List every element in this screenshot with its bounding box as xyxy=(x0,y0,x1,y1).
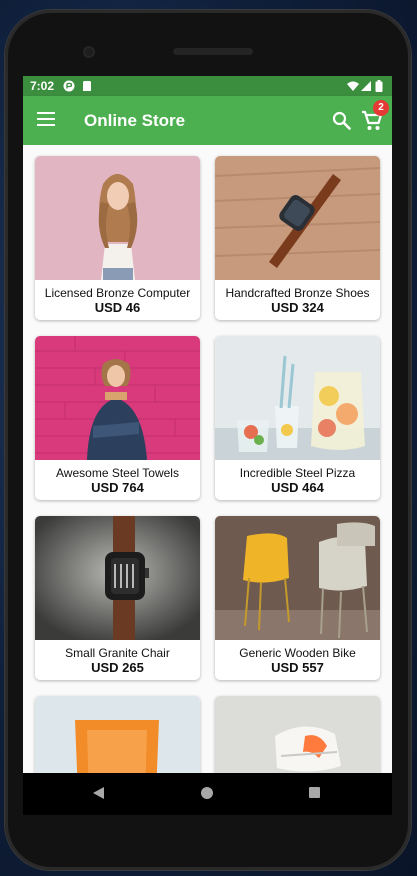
status-bar: 7:02 xyxy=(23,76,392,96)
product-card[interactable]: Small Granite Chair USD 265 xyxy=(35,516,200,680)
page-title: Online Store xyxy=(84,111,186,130)
product-card[interactable]: Licensed Bronze Computer USD 46 xyxy=(35,156,200,320)
product-price: USD 265 xyxy=(91,660,144,675)
product-price: USD 46 xyxy=(94,300,141,315)
product-image xyxy=(215,156,380,280)
product-card[interactable]: Awesome Steel Towels USD 764 xyxy=(35,336,200,500)
product-image xyxy=(35,156,200,280)
product-price: USD 464 xyxy=(271,480,324,495)
signal-icon xyxy=(361,81,371,91)
product-name: Licensed Bronze Computer xyxy=(44,286,191,300)
product-price: USD 324 xyxy=(271,300,324,315)
nav-home-icon[interactable] xyxy=(201,787,213,799)
product-name: Generic Wooden Bike xyxy=(239,646,356,660)
menu-icon[interactable] xyxy=(37,112,55,126)
product-name: Awesome Steel Towels xyxy=(56,466,179,480)
battery-icon xyxy=(375,80,383,92)
product-image xyxy=(215,696,380,773)
product-image xyxy=(35,516,200,640)
nav-back-icon[interactable] xyxy=(92,786,106,800)
app-screen: 7:02 Online Store 2 Licensed Bronze Comp… xyxy=(23,76,392,773)
product-grid: Licensed Bronze Computer USD 46 Handcraf… xyxy=(23,145,392,773)
product-card[interactable] xyxy=(35,696,200,773)
sd-card-icon xyxy=(83,81,91,91)
product-card[interactable]: Generic Wooden Bike USD 557 xyxy=(215,516,380,680)
wifi-icon xyxy=(347,81,359,91)
nav-recents-icon[interactable] xyxy=(309,787,320,798)
product-image xyxy=(35,696,200,773)
product-image xyxy=(35,336,200,460)
product-image xyxy=(215,516,380,640)
product-card[interactable]: Incredible Steel Pizza USD 464 xyxy=(215,336,380,500)
cart-badge: 2 xyxy=(373,100,389,116)
product-price: USD 557 xyxy=(271,660,324,675)
product-price: USD 764 xyxy=(91,480,144,495)
earpiece-speaker xyxy=(173,48,253,55)
front-camera xyxy=(83,46,95,58)
search-icon[interactable] xyxy=(331,110,353,132)
product-card[interactable]: Handcrafted Bronze Shoes USD 324 xyxy=(215,156,380,320)
product-name: Small Granite Chair xyxy=(65,646,170,660)
app-bar: Online Store 2 xyxy=(23,96,392,145)
notification-icon xyxy=(63,80,75,92)
product-card[interactable] xyxy=(215,696,380,773)
product-name: Incredible Steel Pizza xyxy=(239,466,356,480)
product-image xyxy=(215,336,380,460)
product-name: Handcrafted Bronze Shoes xyxy=(225,286,370,300)
system-nav-bar xyxy=(23,773,392,815)
status-time: 7:02 xyxy=(30,79,55,93)
